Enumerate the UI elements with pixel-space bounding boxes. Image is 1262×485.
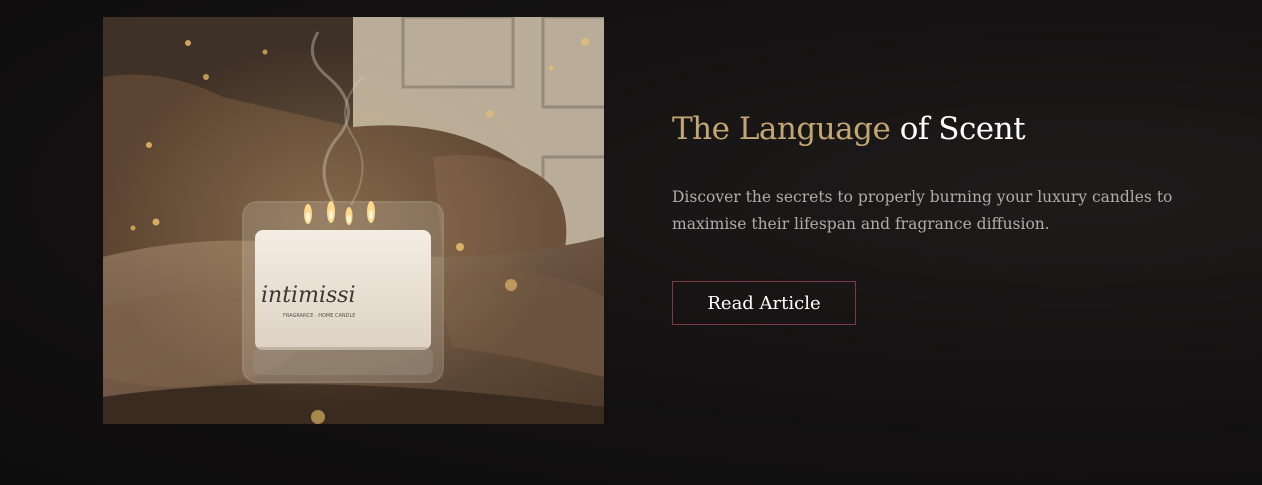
- read-article-button[interactable]: Read Article: [672, 281, 856, 325]
- article-title: The Language of Scent: [672, 108, 1212, 150]
- article-feature-section: intimissi FRAGRANCE · HOME CANDLE The La…: [0, 0, 1262, 485]
- candle-brand-mark: intimissi: [261, 283, 356, 308]
- article-description: Discover the secrets to properly burning…: [672, 188, 1173, 233]
- article-title-rest: of Scent: [890, 111, 1026, 147]
- candle-brand-subtext: FRAGRANCE · HOME CANDLE: [283, 313, 355, 319]
- article-title-accent: The Language: [672, 111, 891, 147]
- article-content: The Language of Scent Discover the secre…: [672, 108, 1212, 325]
- candle-photo: intimissi FRAGRANCE · HOME CANDLE: [103, 17, 604, 424]
